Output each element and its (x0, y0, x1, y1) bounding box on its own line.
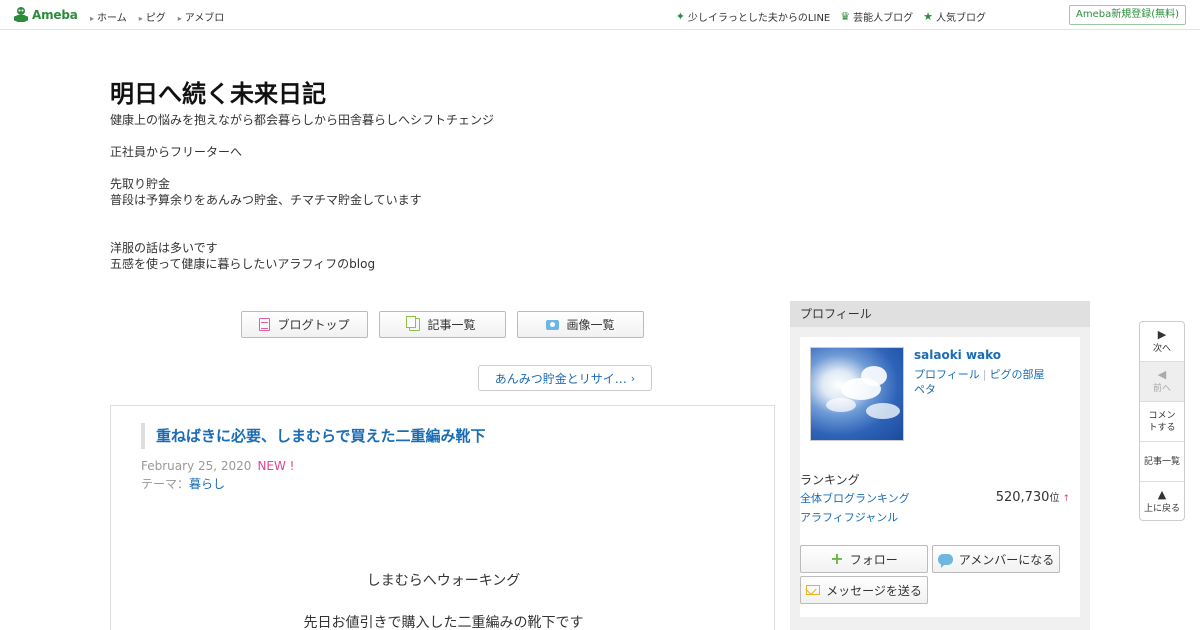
document-icon (259, 318, 271, 331)
prev-article-button[interactable]: ◀ 前へ (1140, 362, 1184, 402)
blog-title[interactable]: 明日へ続く未来日記 (110, 74, 326, 109)
nav-pigg[interactable]: ピグ (139, 9, 166, 24)
register-button[interactable]: Ameba新規登録(無料) (1068, 5, 1186, 25)
blog-top-label: ブログトップ (277, 318, 350, 332)
star-icon: ★ (923, 10, 933, 23)
play-icon: ▶ (1157, 327, 1167, 341)
theme-link-label: あんみつ貯金とリサイ… (494, 371, 627, 386)
article-meta: February 25, 2020 NEW ! (141, 459, 295, 473)
description-line (110, 224, 494, 240)
chat-icon (937, 553, 953, 568)
ranking-all-link[interactable]: 全体ブログランキング (800, 490, 910, 506)
amember-label: アメンバーになる (958, 552, 1055, 567)
separator: | (982, 368, 987, 381)
message-button[interactable]: メッセージを送る (800, 576, 928, 604)
reverse-icon: ◀ (1157, 367, 1167, 381)
profile-name[interactable]: salaoki wako (914, 348, 1001, 362)
description-line: 洋服の話は多いです (110, 241, 218, 255)
article-list-button[interactable]: 記事一覧 (379, 311, 506, 338)
comment-label: コメントする (1148, 410, 1176, 433)
prev-label: 前へ (1152, 383, 1171, 394)
article-date: February 25, 2020 (141, 459, 252, 473)
ranking-number: 520,730 (995, 490, 1050, 505)
blog-nav-buttons: ブログトップ 記事一覧 画像一覧 (241, 311, 644, 338)
comment-button[interactable]: コメントする (1140, 402, 1184, 442)
article-title[interactable]: 重ねばきに必要、しまむらで買えた二重編み靴下 (141, 423, 486, 449)
header-links: ✦ 少しイラっとした夫からのLINE ♛ 芸能人ブログ ★ 人気ブログ (676, 9, 986, 24)
top-label: 上に戻る (1143, 504, 1180, 514)
image-list-label: 画像一覧 (566, 318, 615, 332)
description-line: 普段は予算余りをあんみつ貯金、チマチマ貯金しています (110, 193, 422, 207)
crown-icon: ♛ (840, 10, 851, 23)
blog-description: 健康上の悩みを抱えながら都会暮らしから田舎暮らしへシフトチェンジ 正社員からフリ… (110, 112, 494, 272)
header-link-popular-label: 人気ブログ (936, 13, 986, 24)
side-list-label: 記事一覧 (1143, 456, 1180, 467)
ranking-value: 520,730位 ↑ (996, 489, 1070, 505)
ranking-genre-link[interactable]: アラフィフジャンル (800, 509, 898, 525)
theme-link-button[interactable]: あんみつ貯金とリサイ… › (478, 365, 652, 391)
back-to-top-button[interactable]: ▲ 上に戻る (1140, 482, 1184, 520)
global-nav: ホーム ピグ アメブロ (90, 9, 224, 24)
article-theme: テーマ：暮らし (141, 475, 225, 492)
description-line: 先取り貯金 (110, 177, 171, 191)
blog-top-button[interactable]: ブログトップ (241, 311, 368, 338)
avatar[interactable] (810, 347, 904, 441)
camera-icon (546, 319, 560, 330)
article-body-line: 先日お値引きで購入した二重編みの靴下です (303, 615, 584, 630)
header-link-celebrity[interactable]: ♛ 芸能人ブログ (840, 9, 913, 24)
profile-body: salaoki wako プロフィール | ピグの部屋 ペタ ランキング 全体ブログ… (800, 337, 1080, 617)
nav-ameblo[interactable]: アメブロ (178, 9, 225, 24)
follow-button[interactable]: + フォロー (800, 545, 928, 573)
chevron-right-icon: › (630, 371, 636, 385)
profile-panel: プロフィール salaoki wako プロフィール | ピグの部屋 ペタ ランキン… (790, 301, 1090, 630)
description-line (110, 128, 494, 144)
pigg-room-link[interactable]: ピグの部屋 (990, 368, 1045, 381)
description-line (110, 160, 494, 176)
description-line: 正社員からフリーターへ (110, 145, 243, 159)
theme-label: テーマ： (141, 477, 190, 491)
next-label: 次へ (1152, 343, 1171, 354)
header-link-line[interactable]: ✦ 少しイラっとした夫からのLINE (676, 9, 831, 24)
ranking-unit: 位 (1049, 493, 1060, 504)
ameba-logo-icon (14, 7, 28, 22)
copy-icon (406, 316, 421, 331)
logo-text: Ameba (32, 8, 78, 22)
description-line (110, 208, 494, 224)
ranking-label: ランキング (800, 473, 860, 487)
side-article-list-button[interactable]: 記事一覧 (1140, 442, 1184, 482)
new-badge: NEW ! (257, 459, 295, 473)
plus-icon: + (830, 549, 844, 568)
next-article-button[interactable]: ▶ 次へ (1140, 322, 1184, 362)
triangle-up-icon: ▲ (1157, 488, 1167, 501)
header-link-celebrity-label: 芸能人ブログ (853, 13, 914, 24)
theme-link[interactable]: 暮らし (189, 477, 225, 491)
profile-header: プロフィール (790, 301, 1090, 327)
message-label: メッセージを送る (826, 583, 922, 598)
description-line: 健康上の悩みを抱えながら都会暮らしから田舎暮らしへシフトチェンジ (110, 113, 495, 127)
article-card: 重ねばきに必要、しまむらで買えた二重編み靴下 February 25, 2020… (110, 405, 775, 630)
arrow-up-icon: ↑ (1062, 494, 1070, 504)
header-link-popular[interactable]: ★ 人気ブログ (923, 9, 986, 24)
mail-icon (806, 585, 821, 595)
sparkle-icon: ✦ (675, 10, 685, 23)
global-header: Ameba ホーム ピグ アメブロ ✦少しイラっとした夫からのLINE ♛芸能人… (0, 0, 1200, 30)
image-list-button[interactable]: 画像一覧 (517, 311, 644, 338)
floating-nav: ▶ 次へ ◀ 前へ コメントする 記事一覧 ▲ 上に戻る (1139, 321, 1185, 521)
amember-button[interactable]: アメンバーになる (932, 545, 1060, 573)
follow-label: フォロー (849, 552, 898, 567)
article-body-line: しまむらへウォーキング (366, 573, 521, 589)
profile-link[interactable]: プロフィール (914, 368, 980, 381)
header-link-line-label: 少しイラっとした夫からのLINE (687, 13, 831, 24)
profile-links: プロフィール | ピグの部屋 ペタ (914, 367, 1045, 397)
nav-home[interactable]: ホーム (90, 9, 127, 24)
ameba-logo[interactable]: Ameba (13, 6, 78, 24)
article-list-label: 記事一覧 (427, 318, 476, 332)
description-line: 五感を使って健康に暮らしたいアラフィフのblog (110, 257, 376, 271)
peta-link[interactable]: ペタ (914, 383, 936, 396)
